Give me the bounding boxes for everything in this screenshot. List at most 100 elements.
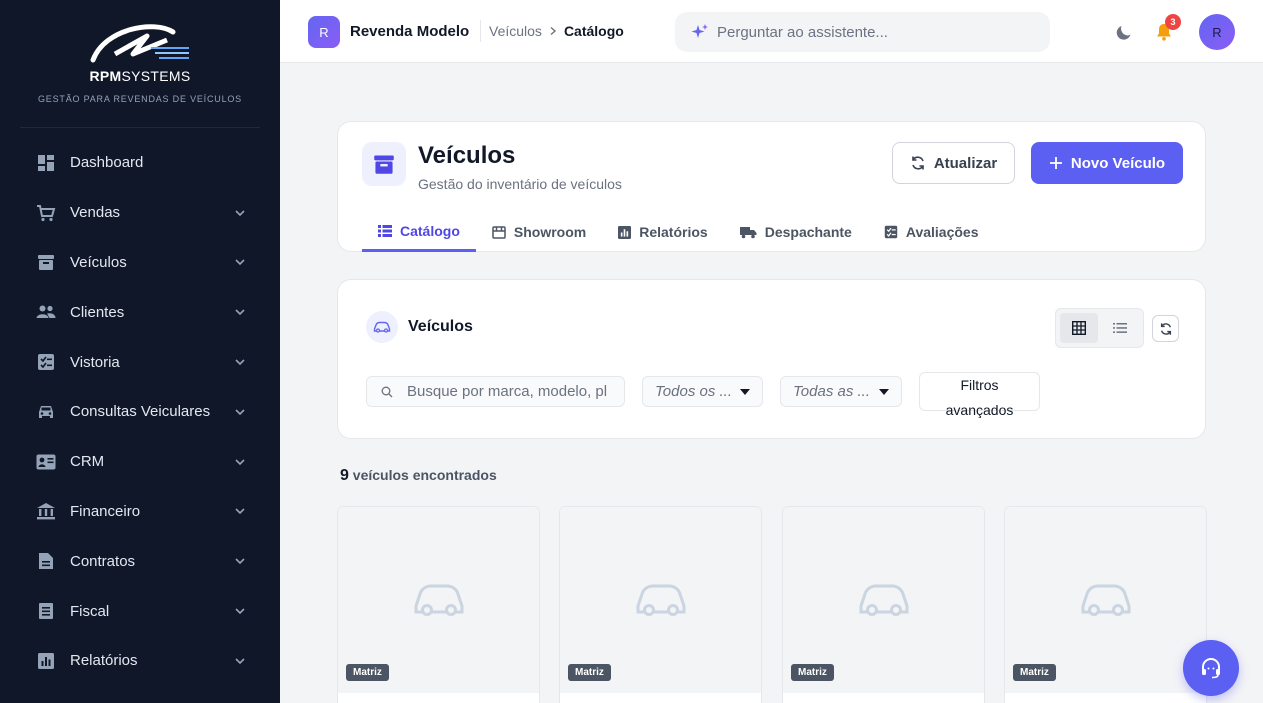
sidebar-item-financeiro[interactable]: Financeiro xyxy=(0,487,280,537)
sidebar-item-contratos[interactable]: Contratos xyxy=(0,536,280,586)
refresh-icon xyxy=(1160,322,1171,335)
moon-icon[interactable] xyxy=(1114,22,1134,42)
sidebar-item-crm[interactable]: CRM xyxy=(0,437,280,487)
topbar: R Revenda Modelo Veículos Catálogo 3 R xyxy=(280,0,1263,63)
sidebar: RPMSYSTEMS GESTÃO PARA REVENDAS DE VEÍCU… xyxy=(0,0,280,703)
sidebar-item-label: Consultas Veiculares xyxy=(70,403,211,421)
sidebar-item-consultas-veiculares[interactable]: Consultas Veiculares xyxy=(0,387,280,437)
vehicle-image-placeholder: Matriz xyxy=(783,507,984,693)
storefront-icon xyxy=(492,225,506,239)
select-value: Todos os ... xyxy=(655,383,732,400)
assistant-search[interactable] xyxy=(675,12,1050,52)
avatar[interactable]: R xyxy=(1199,14,1235,50)
tabs: Catálogo Showroom Relatórios Despachante… xyxy=(362,212,995,252)
page-subtitle: Gestão do inventário de veículos xyxy=(418,176,622,192)
sidebar-item-label: Vendas xyxy=(70,204,121,222)
refresh-button-label: Atualizar xyxy=(933,154,998,172)
vehicle-card[interactable]: Matriz xyxy=(782,506,985,703)
search-icon xyxy=(381,386,393,397)
sidebar-item-dashboard[interactable]: Dashboard xyxy=(0,138,280,188)
advanced-filters-label-2: avançados xyxy=(945,402,1014,418)
sparkle-icon xyxy=(691,24,708,38)
tab-despachante[interactable]: Despachante xyxy=(724,212,868,252)
branch-badge: Matriz xyxy=(791,664,834,681)
chevron-down-icon xyxy=(235,608,245,615)
sidebar-item-relatorios[interactable]: Relatórios xyxy=(0,636,280,686)
rpm-logo xyxy=(90,24,189,63)
chevron-down-icon xyxy=(235,259,245,266)
results-count: 9 veículos encontrados xyxy=(340,467,497,484)
chevron-down-icon xyxy=(235,359,245,366)
chevron-down-icon xyxy=(235,210,245,216)
sidebar-item-clientes[interactable]: Clientes xyxy=(0,287,280,337)
dashboard-icon xyxy=(36,153,56,173)
cart-icon xyxy=(36,203,56,223)
notification-badge: 3 xyxy=(1165,14,1181,30)
caret-down-icon xyxy=(740,388,750,395)
sidebar-item-fiscal[interactable]: Fiscal xyxy=(0,586,280,636)
org-badge[interactable]: R xyxy=(308,16,340,48)
bar-chart-icon xyxy=(36,651,56,671)
tab-label: Relatórios xyxy=(639,224,708,240)
grid-view-button[interactable] xyxy=(1060,313,1098,343)
vehicle-card[interactable]: Matriz xyxy=(559,506,762,703)
brand: RPMSYSTEMS GESTÃO PARA REVENDAS DE VEÍCU… xyxy=(20,0,260,128)
car-placeholder-icon xyxy=(1081,584,1130,616)
reload-button[interactable] xyxy=(1152,315,1179,342)
sidebar-item-label: Financeiro xyxy=(70,502,141,520)
org-name[interactable]: Revenda Modelo xyxy=(350,23,469,40)
receipt-icon xyxy=(36,601,56,621)
page-title: Veículos xyxy=(418,142,516,169)
branch-badge: Matriz xyxy=(1013,664,1056,681)
refresh-button[interactable]: Atualizar xyxy=(892,142,1015,184)
sidebar-item-veiculos[interactable]: Veículos xyxy=(0,238,280,288)
vehicle-image-placeholder: Matriz xyxy=(338,507,539,693)
tab-showroom[interactable]: Showroom xyxy=(476,212,602,252)
vehicle-card[interactable]: Matriz xyxy=(1004,506,1207,703)
checklist-icon xyxy=(884,225,898,239)
advanced-filters-label-1: Filtros xyxy=(960,377,999,393)
chevron-down-icon xyxy=(235,409,245,416)
assistant-input[interactable] xyxy=(717,23,1037,41)
chevron-down-icon xyxy=(235,558,245,565)
list-icon xyxy=(1113,323,1128,333)
status-select[interactable]: Todos os ... xyxy=(642,376,763,407)
sidebar-item-label: Dashboard xyxy=(70,154,144,172)
branch-badge: Matriz xyxy=(346,664,389,681)
sidebar-item-vistoria[interactable]: Vistoria xyxy=(0,337,280,387)
sidebar-item-label: Veículos xyxy=(70,253,127,271)
vehicle-image-placeholder: Matriz xyxy=(560,507,761,693)
sidebar-item-vendas[interactable]: Vendas xyxy=(0,188,280,238)
tab-label: Avaliações xyxy=(905,224,979,240)
category-select[interactable]: Todas as ... xyxy=(780,376,902,407)
view-toggle xyxy=(1055,308,1144,348)
contact-card-icon xyxy=(36,452,56,472)
people-icon xyxy=(36,302,56,322)
sidebar-nav: Dashboard Vendas Veículos Clientes Visto… xyxy=(0,138,280,686)
sidebar-item-label: Vistoria xyxy=(70,353,120,371)
search-input[interactable] xyxy=(407,383,607,400)
car-placeholder-icon xyxy=(859,584,908,616)
tab-relatorios[interactable]: Relatórios xyxy=(602,212,723,252)
list-icon xyxy=(378,224,392,237)
vehicle-card[interactable]: Matriz xyxy=(337,506,540,703)
advanced-filters-button[interactable]: Filtros avançados xyxy=(919,372,1040,418)
new-vehicle-button[interactable]: Novo Veículo xyxy=(1031,142,1183,184)
tab-avaliacoes[interactable]: Avaliações xyxy=(868,212,995,252)
document-icon xyxy=(36,551,56,571)
help-chat-button[interactable] xyxy=(1183,640,1239,696)
archive-icon xyxy=(362,142,406,186)
vehicle-image-placeholder: Matriz xyxy=(1005,507,1206,693)
plus-icon xyxy=(1049,157,1062,169)
breadcrumb-item-veiculos[interactable]: Veículos xyxy=(489,23,542,39)
car-icon xyxy=(36,402,56,422)
bar-chart-icon xyxy=(618,225,632,239)
tab-catalogo[interactable]: Catálogo xyxy=(362,212,476,252)
headset-icon xyxy=(1202,658,1220,679)
section-title: Veículos xyxy=(408,318,473,335)
brand-name: RPMSYSTEMS xyxy=(89,68,191,84)
list-view-button[interactable] xyxy=(1102,313,1140,343)
chevron-down-icon xyxy=(235,508,245,515)
vehicle-search[interactable] xyxy=(366,376,625,407)
tab-label: Despachante xyxy=(764,224,852,240)
